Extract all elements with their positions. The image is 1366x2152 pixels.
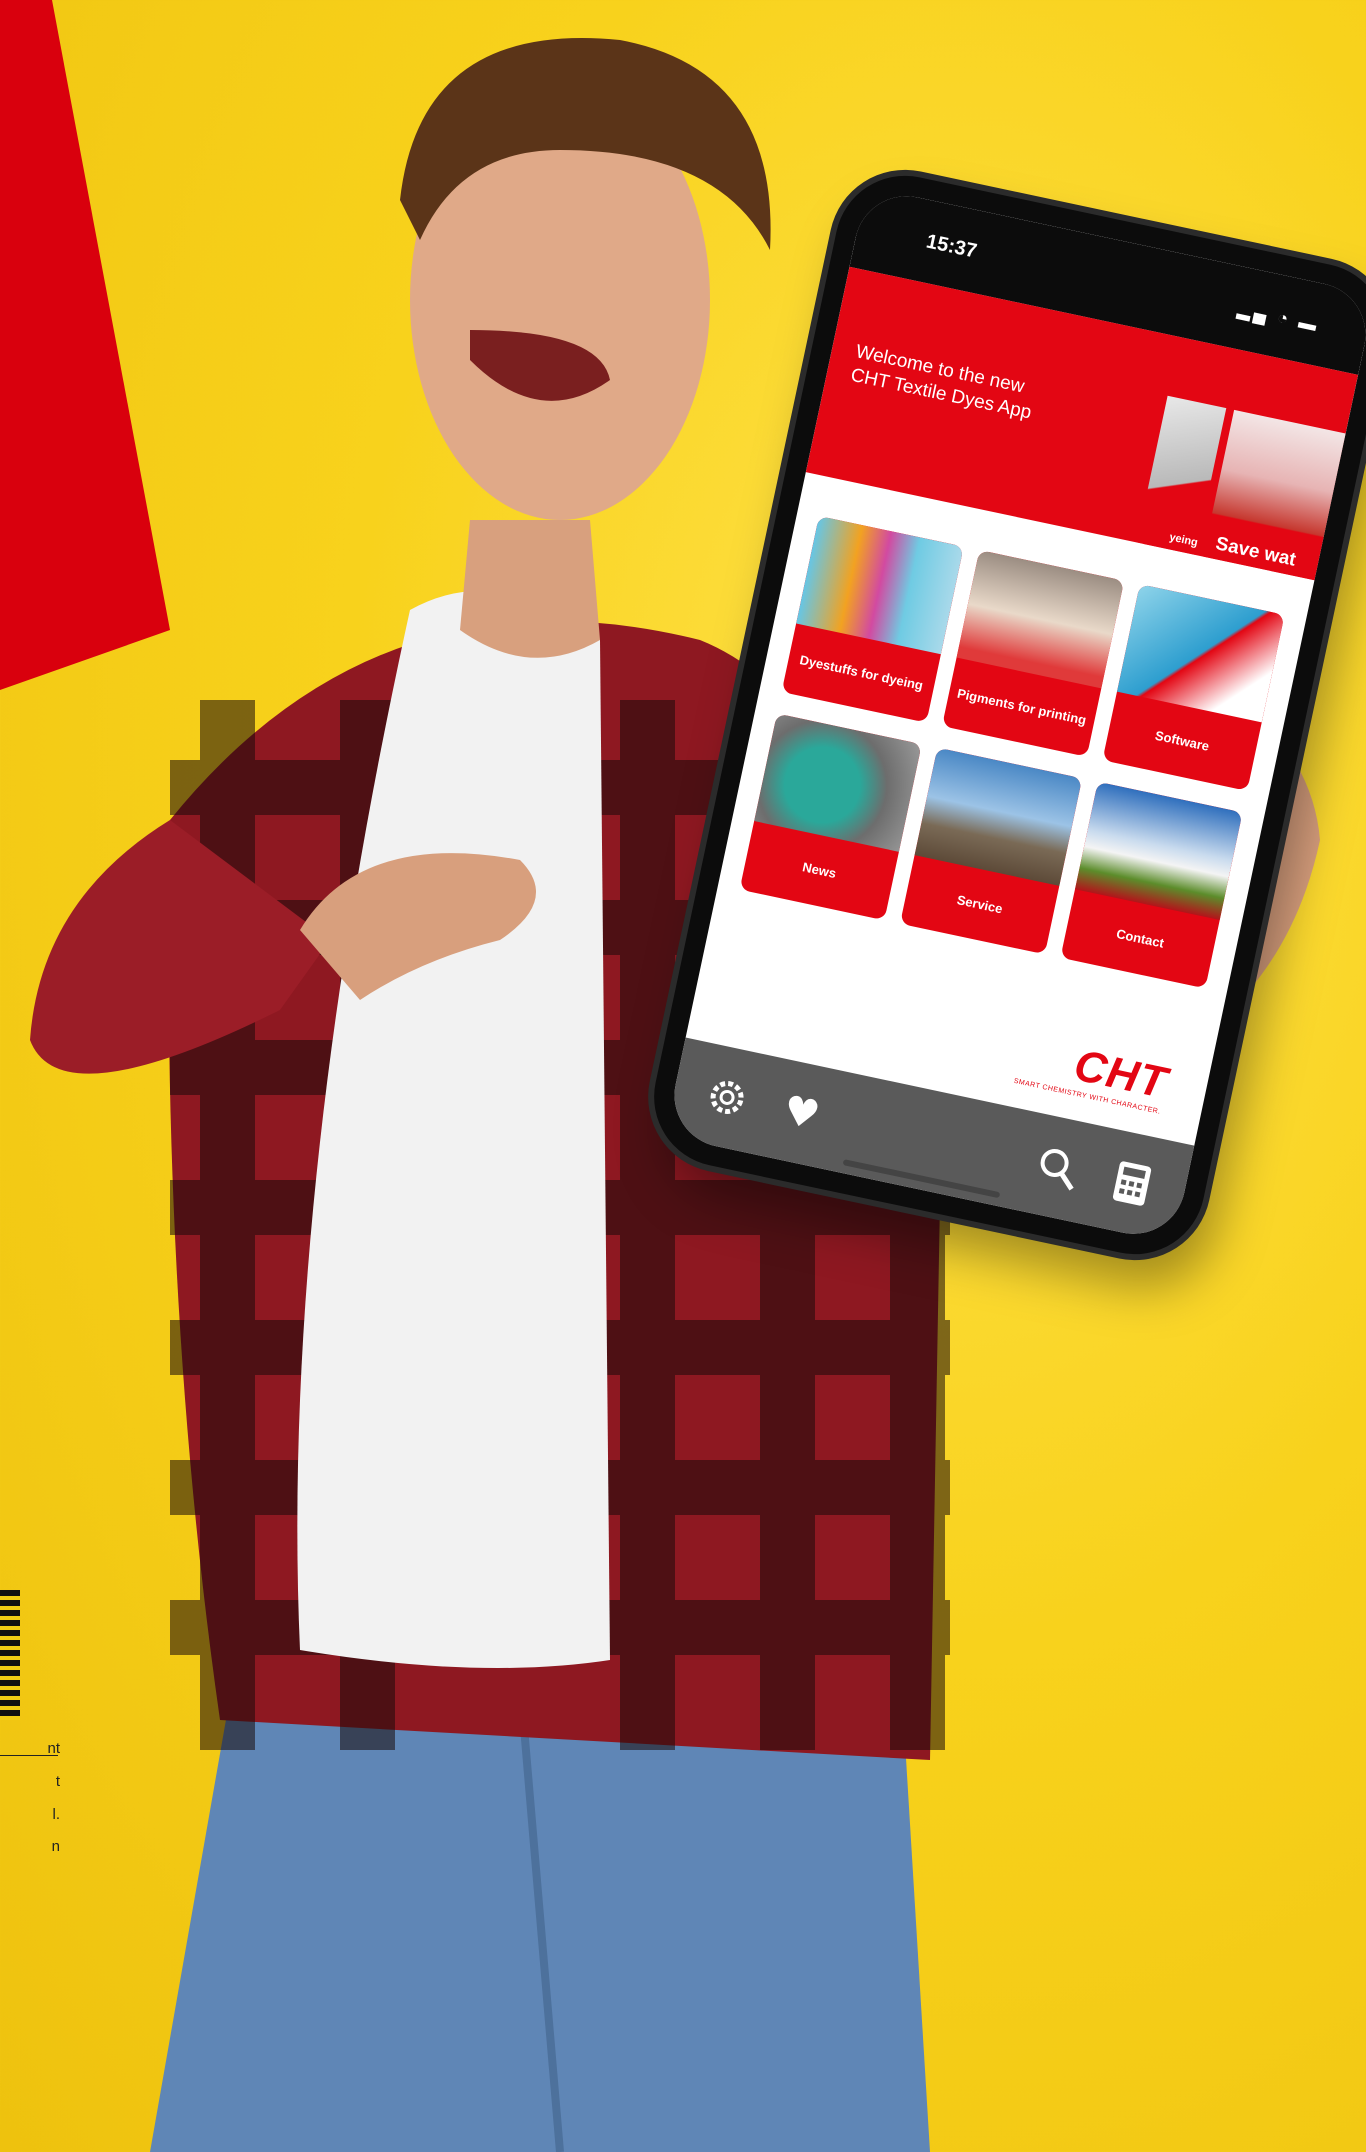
heart-icon[interactable]: ♥ xyxy=(774,1086,829,1141)
carousel-slide[interactable]: Save wat xyxy=(1202,409,1352,581)
calculator-icon[interactable] xyxy=(1105,1156,1160,1211)
welcome-text: Welcome to the new CHT Textile Dyes App xyxy=(849,340,1152,449)
gear-icon[interactable] xyxy=(700,1070,755,1125)
side-text-line: l. xyxy=(52,1805,61,1823)
tile-dyestuffs[interactable]: Dyestuffs for dyeing xyxy=(781,515,964,723)
tile-service[interactable]: Service xyxy=(900,747,1083,955)
signal-wifi-battery-icon: ▂▄ ◔ ▬ xyxy=(1235,298,1322,336)
tile-software[interactable]: Software xyxy=(1102,584,1285,791)
tile-pigments[interactable]: Pigments for printing xyxy=(942,549,1125,757)
tabbar-spacer xyxy=(853,1124,1006,1156)
side-text-line: t xyxy=(55,1772,60,1790)
search-icon[interactable] xyxy=(1030,1140,1085,1195)
tile-contact[interactable]: Contact xyxy=(1060,781,1243,989)
side-text-line: nt xyxy=(47,1740,60,1757)
side-text-fragment: nt t l. n xyxy=(0,1740,60,1871)
side-text-line: n xyxy=(51,1838,60,1856)
cht-logo: CHT SMART CHEMISTRY WITH CHARACTER. xyxy=(1013,1029,1172,1116)
qr-code-strip xyxy=(0,1590,20,1720)
tile-news[interactable]: News xyxy=(739,713,922,921)
status-time: 15:37 xyxy=(924,230,979,263)
